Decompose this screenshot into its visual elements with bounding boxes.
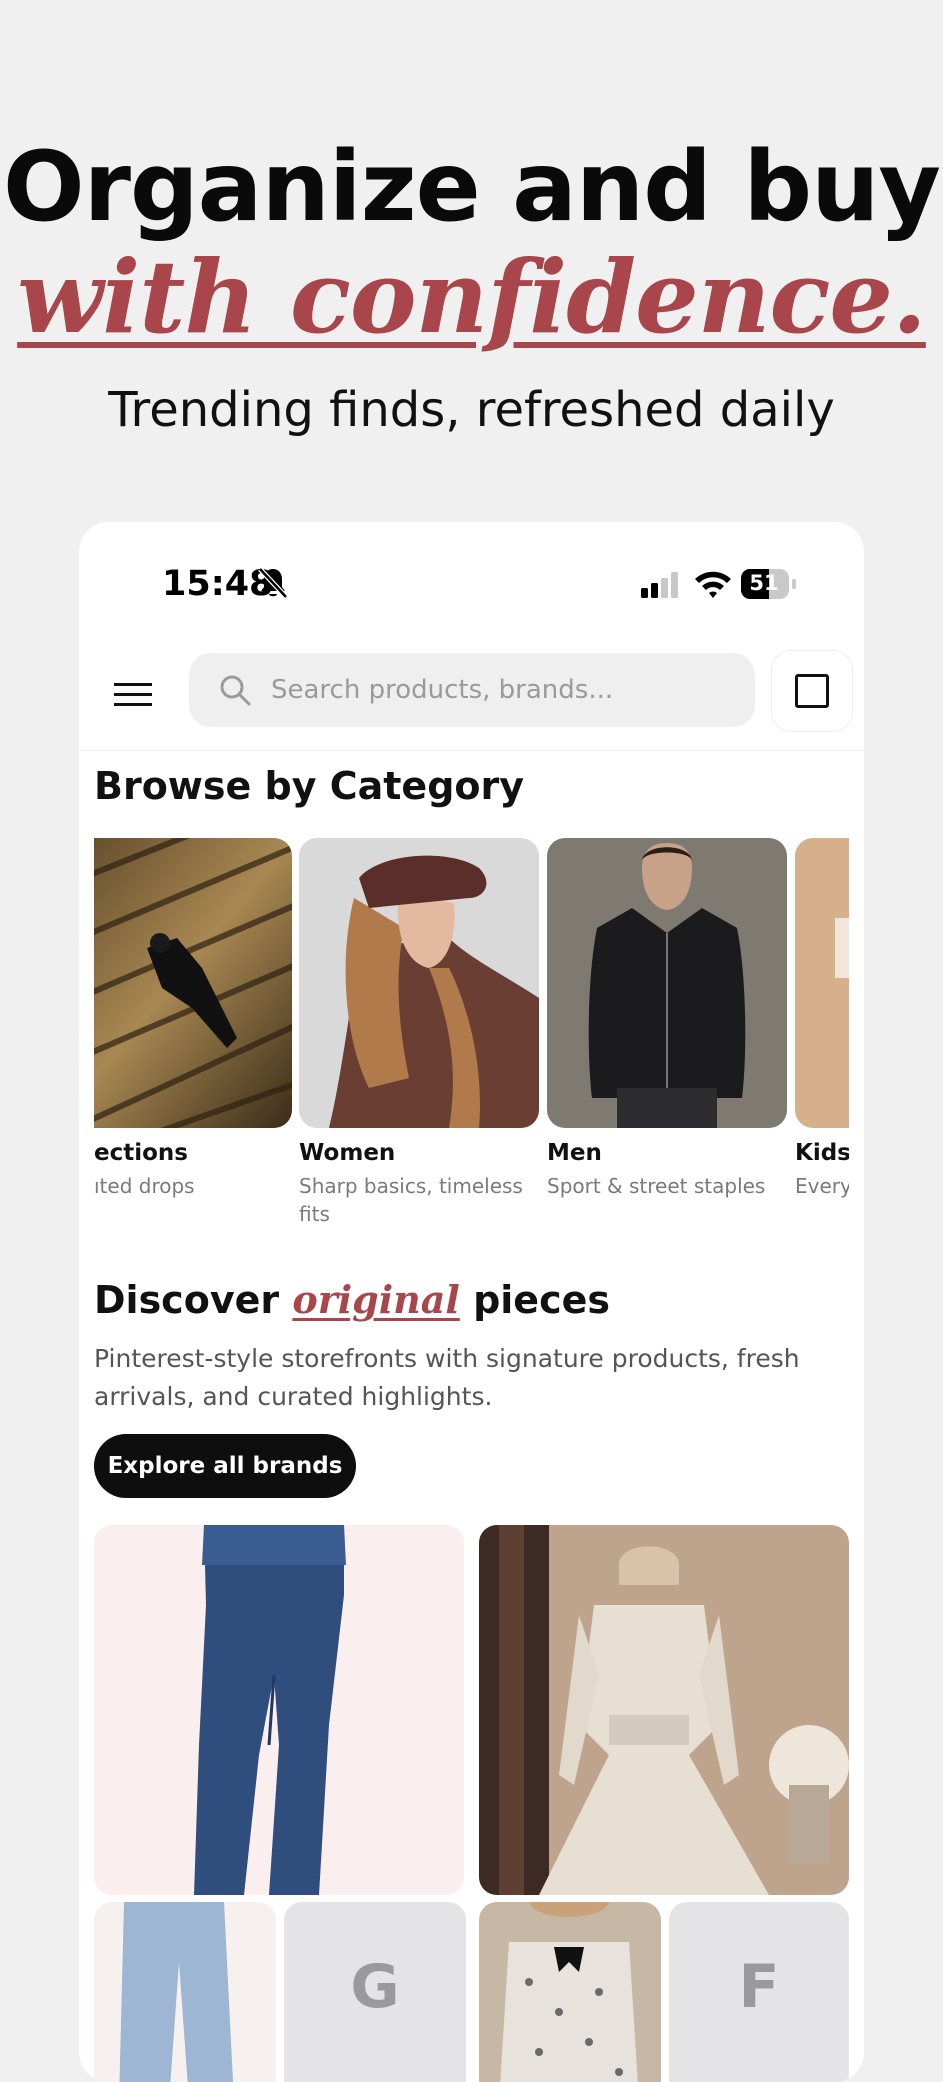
category-image bbox=[94, 838, 292, 1128]
status-bar: 15:48 51 bbox=[79, 522, 864, 632]
category-image-kids bbox=[795, 838, 849, 1128]
search-bar[interactable] bbox=[189, 653, 755, 727]
discover-title: Discover original pieces bbox=[94, 1277, 610, 1322]
category-image-men bbox=[547, 838, 787, 1128]
silent-bell-icon bbox=[258, 567, 288, 599]
product-image bbox=[94, 1525, 464, 1895]
menu-button[interactable] bbox=[109, 670, 159, 720]
category-card-men[interactable]: Men Sport & street staples bbox=[547, 838, 787, 1200]
product-tile-wide-jeans[interactable] bbox=[94, 1902, 276, 2082]
phone-screen: 15:48 51 Search products, brands... Brow… bbox=[79, 522, 864, 2082]
brand-tile-f[interactable]: F bbox=[669, 1902, 849, 2082]
discover-title-start: Discover bbox=[94, 1278, 293, 1322]
product-tile-dress[interactable] bbox=[479, 1525, 849, 1895]
explore-brands-button[interactable]: Explore all brands bbox=[94, 1434, 356, 1498]
category-description: ıted drops bbox=[94, 1174, 195, 1198]
category-carousel[interactable]: ections ıted drops Women Sharp basics, t… bbox=[94, 838, 849, 1258]
category-description-men: Sport & street staples bbox=[547, 1174, 766, 1198]
product-tile-floral-dress[interactable] bbox=[479, 1902, 661, 2082]
category-name: ections bbox=[94, 1140, 188, 1166]
discover-description: Pinterest-style storefronts with signatu… bbox=[94, 1344, 800, 1411]
product-image bbox=[94, 1902, 276, 2082]
browse-category-title: Browse by Category bbox=[94, 764, 525, 808]
hero-title: Organize and buy bbox=[2, 131, 941, 243]
hero-accent: with confidence. bbox=[17, 238, 927, 356]
category-name-men: Men bbox=[547, 1140, 602, 1166]
wifi-icon bbox=[695, 571, 731, 598]
category-name-kids: Kids bbox=[795, 1140, 849, 1166]
product-image bbox=[479, 1525, 849, 1895]
cellular-signal-icon bbox=[641, 572, 678, 598]
product-tile-jeans[interactable] bbox=[94, 1525, 464, 1895]
square-icon-button[interactable] bbox=[771, 650, 853, 732]
brand-letter: F bbox=[738, 1952, 780, 2022]
hamburger-menu-icon bbox=[114, 683, 152, 706]
battery-level: 51 bbox=[749, 571, 779, 595]
category-description-women: Sharp basics, timeless fits bbox=[299, 1174, 523, 1226]
product-image bbox=[479, 1902, 661, 2082]
hero-subtitle: Trending finds, refreshed daily bbox=[108, 382, 835, 438]
search-input[interactable] bbox=[269, 674, 743, 706]
category-image-women bbox=[299, 838, 539, 1128]
search-icon bbox=[220, 675, 251, 706]
discover-title-accent: original bbox=[292, 1277, 460, 1322]
category-card-kids[interactable]: Kids Every bbox=[795, 838, 849, 1200]
top-bar bbox=[79, 650, 864, 751]
brand-letter: G bbox=[350, 1952, 400, 2022]
square-icon bbox=[795, 674, 829, 708]
category-name-women: Women bbox=[299, 1140, 396, 1166]
category-card-women[interactable]: Women Sharp basics, timeless fits bbox=[299, 838, 539, 1228]
discover-title-end: pieces bbox=[459, 1278, 610, 1322]
category-description-kids: Every bbox=[795, 1174, 849, 1198]
brand-tile-g[interactable]: G bbox=[284, 1902, 466, 2082]
category-card[interactable]: ections ıted drops bbox=[94, 838, 334, 1200]
